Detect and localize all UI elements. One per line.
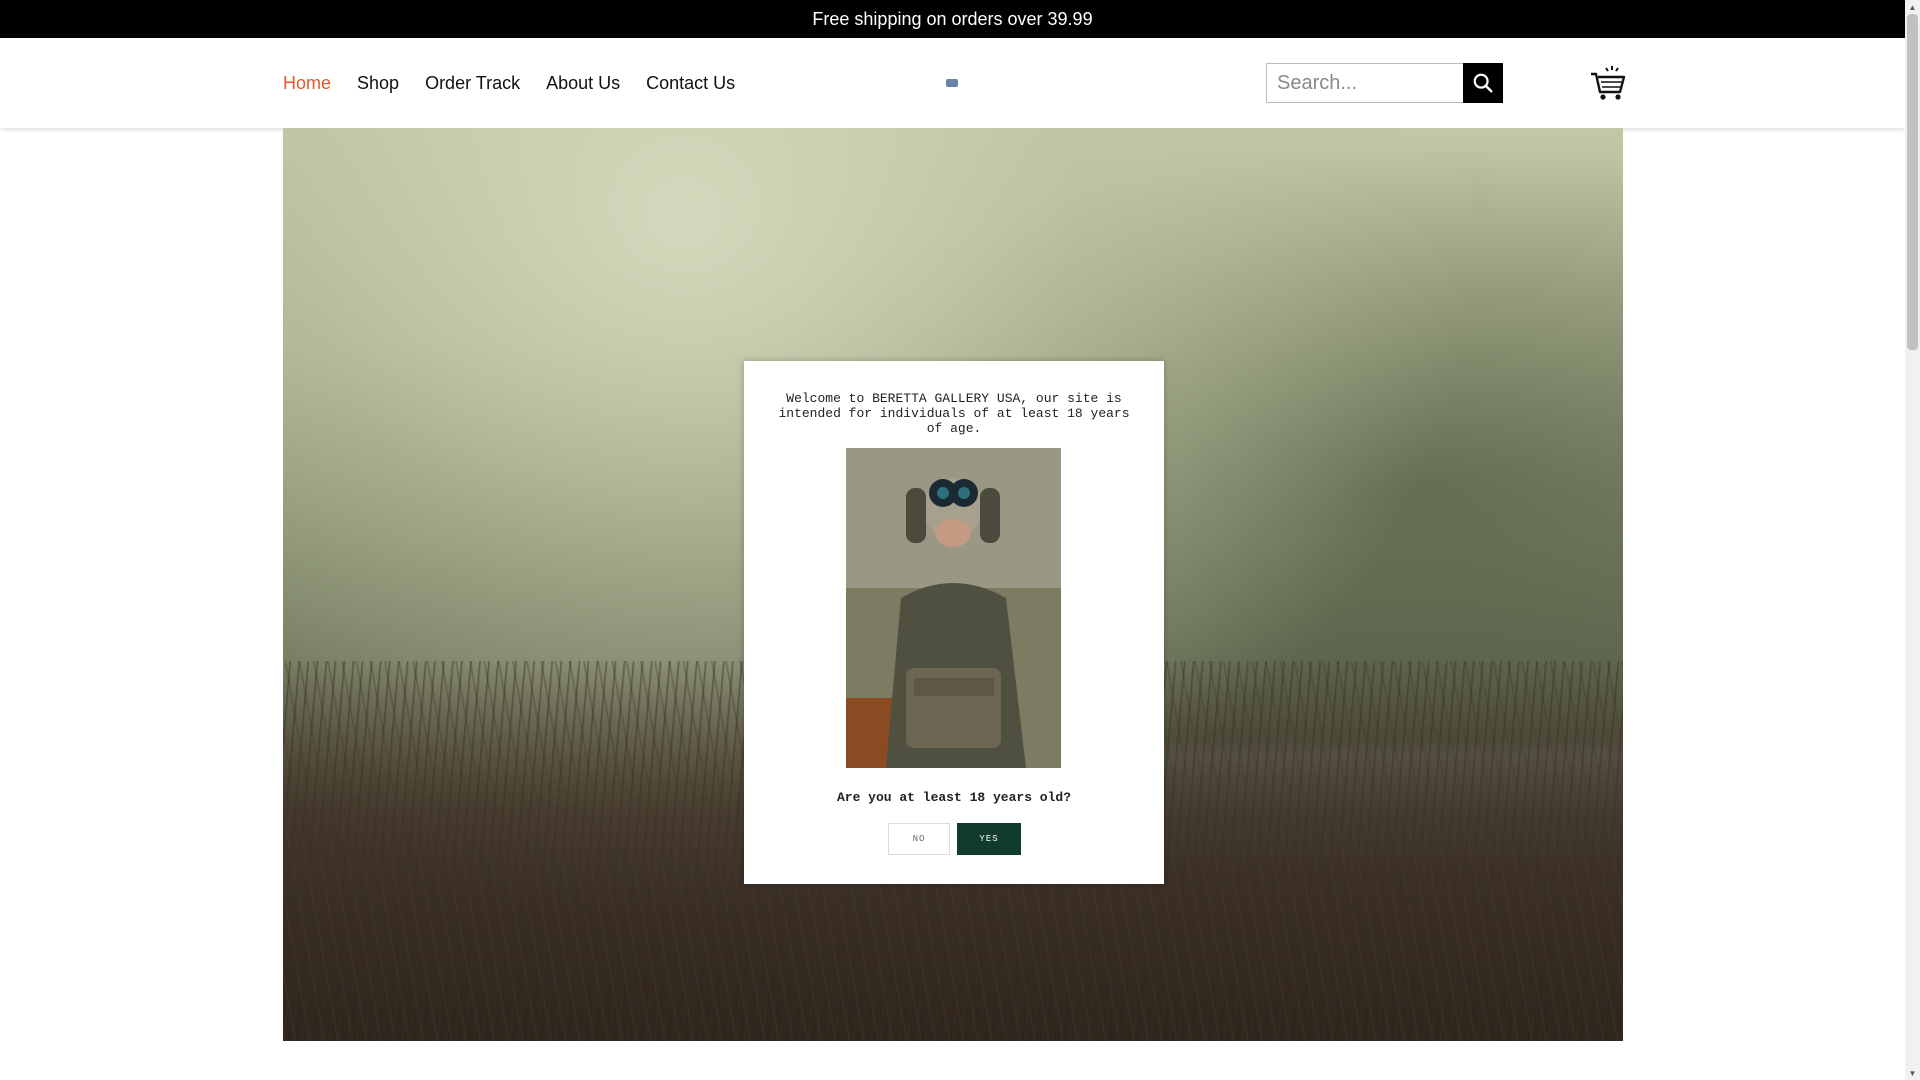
search-form	[1266, 63, 1503, 103]
nav-about-us[interactable]: About Us	[546, 73, 620, 94]
nav-shop[interactable]: Shop	[357, 73, 399, 94]
announcement-bar: Free shipping on orders over 39.99	[0, 0, 1905, 38]
no-button[interactable]: NO	[888, 823, 950, 855]
search-input[interactable]	[1266, 63, 1463, 103]
main-nav: Home Shop Order Track About Us Contact U…	[283, 38, 735, 128]
age-question: Are you at least 18 years old?	[836, 790, 1072, 805]
search-icon	[1473, 73, 1493, 93]
page-scrollbar[interactable]: ▲ ▼	[1905, 0, 1920, 1080]
scroll-up-arrow-icon[interactable]: ▲	[1905, 0, 1920, 14]
nav-contact-us[interactable]: Contact Us	[646, 73, 735, 94]
yes-button[interactable]: YES	[957, 823, 1021, 855]
announcement-text: Free shipping on orders over 39.99	[812, 8, 1093, 29]
modal-photo	[846, 448, 1061, 768]
nav-home[interactable]: Home	[283, 73, 331, 94]
age-verification-message: Welcome to BERETTA GALLERY USA, our site…	[778, 391, 1130, 436]
scroll-down-arrow-icon[interactable]: ▼	[1905, 1066, 1920, 1080]
search-button[interactable]	[1463, 63, 1503, 103]
age-verification-modal: Welcome to BERETTA GALLERY USA, our site…	[744, 361, 1164, 884]
cart-button[interactable]	[1590, 64, 1626, 102]
cart-icon	[1591, 66, 1626, 100]
nav-order-track[interactable]: Order Track	[425, 73, 520, 94]
hunter-with-binoculars-image	[846, 448, 1061, 768]
site-logo[interactable]	[946, 79, 958, 87]
scrollbar-thumb[interactable]	[1907, 14, 1918, 350]
site-header: Home Shop Order Track About Us Contact U…	[0, 38, 1905, 128]
